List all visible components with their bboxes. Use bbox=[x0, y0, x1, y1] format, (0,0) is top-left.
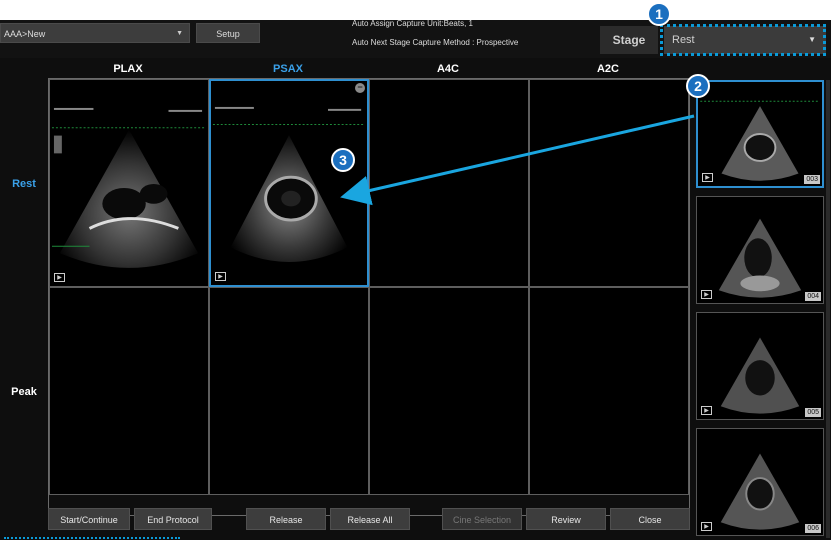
callout-badge-1: 1 bbox=[647, 2, 671, 26]
callout-badge-2: 2 bbox=[686, 74, 710, 98]
callout-badge-3: 3 bbox=[331, 148, 355, 172]
arrow-line bbox=[340, 114, 695, 206]
